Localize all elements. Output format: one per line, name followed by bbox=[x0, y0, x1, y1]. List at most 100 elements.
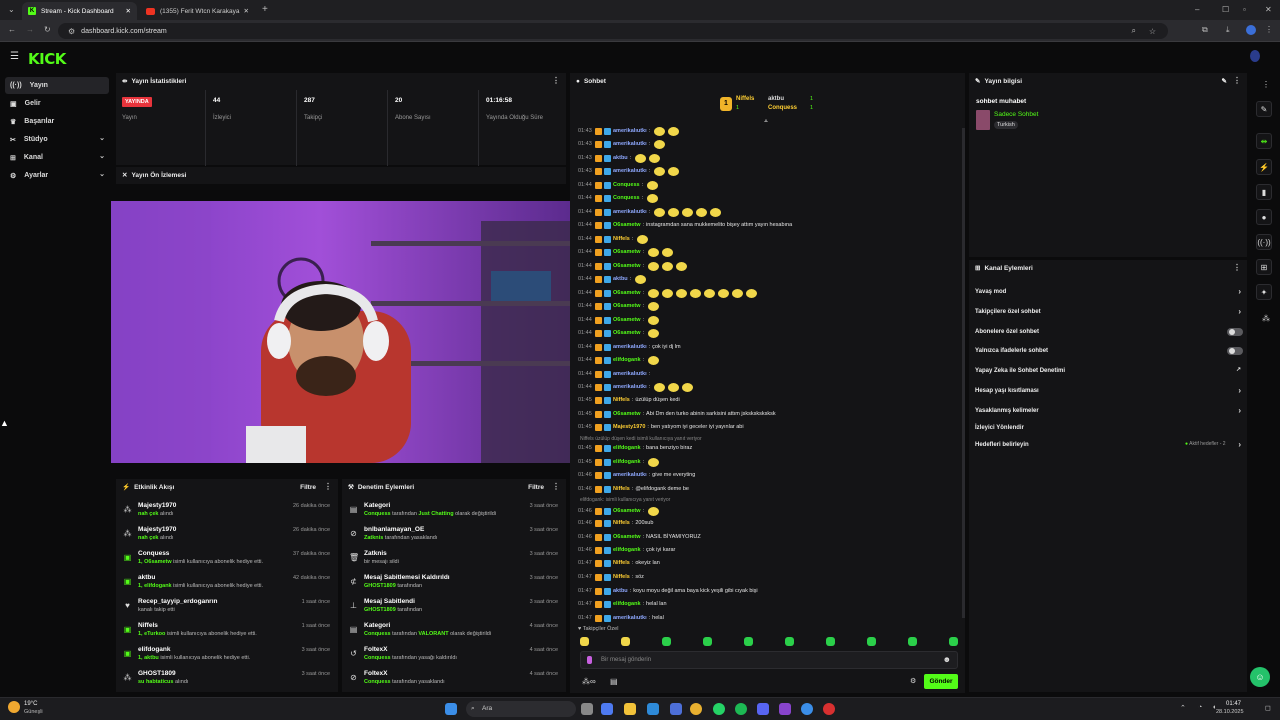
moderation-item[interactable]: ▤ Kategori Conquess tarafından VALORANT ol… bbox=[342, 619, 566, 643]
chat-message[interactable]: 01:44 Conquess: bbox=[578, 179, 659, 191]
chat-username[interactable]: O6sametw bbox=[613, 222, 641, 228]
activity-item[interactable]: ▣ elifdogank 1, aktbu isimli kullanıcıya a… bbox=[116, 643, 338, 667]
chat-username[interactable]: O6sametw bbox=[613, 508, 641, 514]
chat-message[interactable]: 01:45 Niffels: üzülüp düşen kedi bbox=[578, 394, 680, 406]
moderation-item[interactable]: ⊘ bnlbanlamayan_OE Zatknis tarafından yasa… bbox=[342, 523, 566, 547]
chat-message[interactable]: 01:44 amerikalıutkı: bbox=[578, 368, 652, 380]
chat-username[interactable]: O6sametw bbox=[613, 411, 641, 417]
new-tab-icon[interactable]: + bbox=[262, 4, 268, 15]
site-info-icon[interactable]: ⚙ bbox=[68, 27, 75, 36]
minimize-icon[interactable]: – bbox=[1195, 5, 1199, 14]
chat-message[interactable]: 01:47 elifdogank: helal lan bbox=[578, 598, 667, 610]
chat-username[interactable]: amerikalıutkı bbox=[613, 371, 647, 377]
chat-message[interactable]: 01:47 Niffels: okeyiz lan bbox=[578, 557, 660, 569]
activity-item[interactable]: ▣ Niffels 1, eTurkoo isimli kullanıcıya ab… bbox=[116, 619, 338, 643]
chat-username[interactable]: elifdogank bbox=[613, 357, 641, 363]
moderation-item[interactable]: ⊘ FoltexX Conquess tarafından yasaklandı 4 … bbox=[342, 667, 566, 691]
spotify-icon[interactable] bbox=[735, 703, 747, 715]
user-avatar[interactable] bbox=[1250, 50, 1260, 62]
quick-emote-icon[interactable] bbox=[867, 637, 876, 646]
chat-message[interactable]: 01:44 elifdogank: bbox=[578, 354, 660, 366]
chat-username[interactable]: amerikalıutkı bbox=[613, 128, 647, 134]
chat-username[interactable]: O6sametw bbox=[613, 263, 641, 269]
chat-username[interactable]: Conquess bbox=[613, 182, 640, 188]
sidebar-item-basarilar[interactable]: ♛ Başarılar bbox=[5, 113, 109, 130]
chat-message[interactable]: 01:44 amerikalıutkı: çok iyi dj lm bbox=[578, 341, 681, 353]
close-tab-icon[interactable]: ✕ bbox=[244, 7, 249, 15]
chat-username[interactable]: Niffels bbox=[613, 397, 630, 403]
chat-message[interactable]: 01:43 aktbu: bbox=[578, 152, 661, 164]
back-icon[interactable]: ← bbox=[8, 25, 16, 34]
rail-lightning-icon[interactable]: ⚡ bbox=[1256, 159, 1272, 175]
chat-scrollbar[interactable] bbox=[962, 128, 965, 618]
collapse-arrow-icon[interactable]: ⩡ bbox=[764, 118, 768, 126]
chat-message[interactable]: 01:44 amerikalıutkı: bbox=[578, 206, 722, 218]
chat-message[interactable]: 01:47 aktbu: koyu moyu değil ama baya kick… bbox=[578, 585, 758, 597]
chat-username[interactable]: elifdogank bbox=[613, 459, 641, 465]
chat-username[interactable]: O6sametw bbox=[613, 534, 641, 540]
chat-username[interactable]: O6sametw bbox=[613, 330, 641, 336]
sidebar-item-ayarlar[interactable]: ⚙ Ayarlar ⌄ bbox=[5, 167, 109, 184]
chat-username[interactable]: amerikalıutkı bbox=[613, 344, 647, 350]
external-link-icon[interactable]: ↗ bbox=[1236, 366, 1241, 373]
tab-youtube[interactable]: (1355) Ferit Wtcn Karakaya Saç ✕ bbox=[140, 2, 255, 20]
browser-icon[interactable] bbox=[801, 703, 813, 715]
activity-item[interactable]: ♥ Recep_tayyip_erdoganrın kanalı takip ett… bbox=[116, 595, 338, 619]
rail-menu-icon[interactable]: ⋮ bbox=[1262, 80, 1270, 89]
chat-message[interactable]: 01:46 elifdogank: çok iyi karar bbox=[578, 544, 675, 556]
moderation-item[interactable]: ↺ FoltexX Conquess tarafından yasağı kaldı… bbox=[342, 643, 566, 667]
chat-username[interactable]: amerikalıutkı bbox=[613, 615, 647, 621]
more-options-icon[interactable]: ⋮ bbox=[324, 482, 332, 491]
channel-action-item[interactable]: Yalnızca ifadelerle sohbet bbox=[975, 344, 1243, 358]
filter-button[interactable]: Filtre bbox=[300, 484, 316, 491]
activity-item[interactable]: ⁂ Majesty1970 nah çek alındı 26 dakika önce bbox=[116, 499, 338, 523]
chat-message[interactable]: 01:44 O6sametw: bbox=[578, 246, 674, 258]
chat-message[interactable]: 01:44 O6sametw: bbox=[578, 314, 660, 326]
chat-message[interactable]: 01:44 O6sametw: bbox=[578, 260, 688, 272]
chat-username[interactable]: Niffels bbox=[613, 574, 630, 580]
chevron-right-icon[interactable]: › bbox=[1238, 287, 1241, 296]
channel-action-item[interactable]: İzleyici Yönlendir bbox=[975, 421, 1227, 435]
chat-username[interactable]: O6sametw bbox=[613, 317, 641, 323]
quick-emote-icon[interactable] bbox=[662, 637, 671, 646]
rail-document-icon[interactable]: ▮ bbox=[1256, 184, 1272, 200]
rail-edit-icon[interactable]: ✎ bbox=[1256, 101, 1272, 117]
quick-emote-icon[interactable] bbox=[949, 637, 958, 646]
download-icon[interactable]: ⤓ bbox=[1226, 25, 1230, 35]
chat-username[interactable]: elifdogank bbox=[613, 601, 641, 607]
channel-action-item[interactable]: Yasaklanmış kelimeler › bbox=[975, 404, 1241, 418]
rail-broadcast-icon[interactable]: ((·)) bbox=[1256, 234, 1272, 250]
quick-emote-icon[interactable] bbox=[744, 637, 753, 646]
kick-logo[interactable]: KICK bbox=[28, 50, 66, 68]
more-options-icon[interactable]: ⋮ bbox=[552, 76, 560, 85]
close-tab-icon[interactable]: ✕ bbox=[126, 7, 131, 15]
chat-username[interactable]: elifdogank bbox=[613, 445, 641, 451]
chat-username[interactable]: Conquess bbox=[613, 195, 640, 201]
wifi-icon[interactable]: ◔ bbox=[1198, 704, 1202, 711]
store-icon[interactable] bbox=[670, 703, 682, 715]
chat-username[interactable]: aktbu bbox=[613, 155, 628, 161]
activity-item[interactable]: ▣ aktbu 1, elifdogank isimli kullanıcıya a… bbox=[116, 571, 338, 595]
moderation-item[interactable]: ⊥ Mesaj Sabitlendi GHOST1809 tarafından 3 s… bbox=[342, 595, 566, 619]
chat-message[interactable]: 01:44 amerikalıutkı: bbox=[578, 381, 694, 393]
chat-username[interactable]: Niffels bbox=[613, 486, 630, 492]
chat-message[interactable]: 01:44 Conquess: bbox=[578, 192, 659, 204]
sidebar-item-yayin[interactable]: ((·)) Yayın bbox=[5, 77, 109, 94]
activity-item[interactable]: ⁂ Majesty1970 nah çek alındı 26 dakika önce bbox=[116, 523, 338, 547]
edge-icon[interactable] bbox=[647, 703, 659, 715]
chevron-right-icon[interactable]: › bbox=[1238, 406, 1241, 415]
restore-icon[interactable]: ▫ bbox=[1243, 5, 1246, 14]
chat-message[interactable]: 01:44 O6sametw: bbox=[578, 327, 660, 339]
toggle-switch[interactable] bbox=[1227, 328, 1243, 336]
taskbar-search[interactable]: ⌕ Ara bbox=[466, 701, 576, 717]
file-explorer-icon[interactable] bbox=[624, 703, 636, 715]
weather-icon[interactable] bbox=[8, 701, 20, 713]
chat-username[interactable]: amerikalıutkı bbox=[613, 472, 647, 478]
chat-username[interactable]: O6sametw bbox=[613, 290, 641, 296]
extensions-icon[interactable]: ⧉ bbox=[1202, 25, 1208, 35]
chat-username[interactable]: aktbu bbox=[613, 588, 628, 594]
chat-message[interactable]: 01:46 Niffels:200sub bbox=[578, 517, 653, 529]
chat-message[interactable]: 01:44 O6sametw: instagramdan sana mukkemel… bbox=[578, 219, 792, 231]
window-close-icon[interactable]: ✕ bbox=[1265, 5, 1272, 14]
profile-avatar[interactable] bbox=[1246, 25, 1256, 35]
